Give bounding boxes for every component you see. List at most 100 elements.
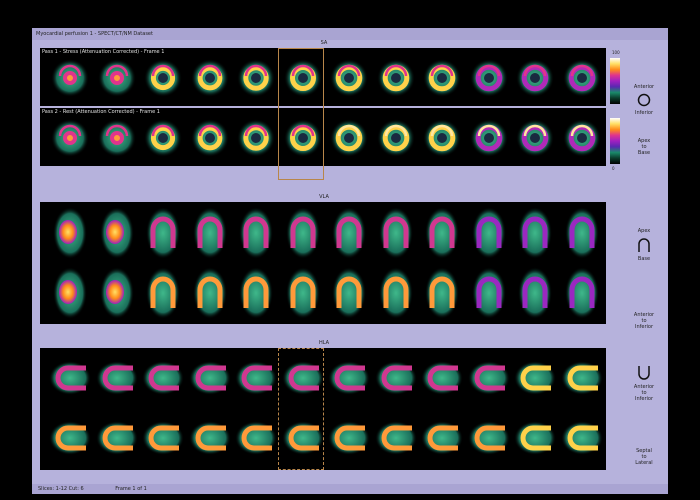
slice-image[interactable] — [188, 264, 232, 324]
hla-section-label: HLA — [318, 340, 330, 346]
slice-image[interactable] — [327, 264, 371, 324]
sa-colorbar-1 — [610, 58, 620, 104]
slice-image[interactable] — [467, 204, 511, 266]
sa-rest-label: Pass 2 - Rest (Attenuation Corrected) - … — [42, 109, 160, 115]
slice-image[interactable] — [234, 264, 278, 324]
slice-image[interactable] — [234, 418, 278, 462]
slice-image[interactable] — [281, 56, 325, 104]
hla-orient-lateral: Lateral — [635, 460, 653, 466]
slice-image[interactable] — [327, 358, 371, 402]
slice-image[interactable] — [374, 264, 418, 324]
slice-image[interactable] — [374, 56, 418, 104]
vla-orient-inferior: Inferior — [634, 324, 654, 330]
slice-image[interactable] — [513, 116, 557, 164]
slice-image[interactable] — [467, 56, 511, 104]
slice-image[interactable] — [560, 116, 604, 164]
slice-image[interactable] — [374, 358, 418, 402]
slice-image[interactable] — [327, 418, 371, 462]
vla-orientation-2: Anterior to Inferior — [624, 312, 664, 330]
slice-image[interactable] — [420, 56, 464, 104]
slice-image[interactable] — [48, 56, 92, 104]
slice-image[interactable] — [281, 204, 325, 266]
slice-image[interactable] — [234, 358, 278, 402]
slice-image[interactable] — [467, 358, 511, 402]
slice-image[interactable] — [420, 116, 464, 164]
slice-image[interactable] — [513, 56, 557, 104]
slice-image[interactable] — [188, 358, 232, 402]
slice-image[interactable] — [327, 204, 371, 266]
slice-image[interactable] — [420, 358, 464, 402]
slice-image[interactable] — [374, 204, 418, 266]
slice-image[interactable] — [48, 358, 92, 402]
slice-image[interactable] — [467, 418, 511, 462]
vla-orientation: Apex Base — [624, 228, 664, 262]
slice-image[interactable] — [188, 116, 232, 164]
sa-orientation-2: Apex to Base — [624, 138, 664, 156]
slice-image[interactable] — [513, 264, 557, 324]
sa-orientation: Anterior Inferior — [624, 84, 664, 116]
vertical-long-axis-icon — [638, 238, 650, 252]
slice-image[interactable] — [560, 204, 604, 266]
slice-image[interactable] — [374, 418, 418, 462]
slice-image[interactable] — [281, 264, 325, 324]
slice-image[interactable] — [234, 116, 278, 164]
status-bar: Slices: 1-12 Cut: 6 Frame 1 of 1 — [32, 484, 668, 494]
slice-image[interactable] — [141, 358, 185, 402]
slice-image[interactable] — [281, 358, 325, 402]
slice-image[interactable] — [95, 56, 139, 104]
slice-image[interactable] — [560, 418, 604, 462]
colorbar-max-label-1: 100 — [612, 50, 620, 55]
slice-image[interactable] — [95, 358, 139, 402]
slice-image[interactable] — [327, 56, 371, 104]
slice-image[interactable] — [234, 56, 278, 104]
window-title: Myocardial perfusion 1 - SPECT/CT/NM Dat… — [32, 28, 668, 40]
sa-orient-anterior: Anterior — [633, 84, 655, 90]
sa-stress-label: Pass 1 - Stress (Attenuation Corrected) … — [42, 49, 165, 55]
slice-image[interactable] — [560, 56, 604, 104]
slice-image[interactable] — [188, 418, 232, 462]
slice-image[interactable] — [95, 204, 139, 266]
slice-image[interactable] — [281, 116, 325, 164]
slice-image[interactable] — [48, 116, 92, 164]
slice-image[interactable] — [188, 56, 232, 104]
slice-image[interactable] — [48, 264, 92, 324]
vla-panel[interactable] — [40, 202, 606, 324]
sa-orient-base: Base — [637, 150, 651, 156]
status-right: Frame 1 of 1 — [115, 486, 147, 492]
hla-orient-inferior: Inferior — [634, 396, 654, 402]
slice-image[interactable] — [281, 418, 325, 462]
sa-rest-panel[interactable]: Pass 2 - Rest (Attenuation Corrected) - … — [40, 108, 606, 166]
slice-image[interactable] — [141, 418, 185, 462]
slice-image[interactable] — [141, 204, 185, 266]
slice-image[interactable] — [420, 204, 464, 266]
slice-image[interactable] — [95, 264, 139, 324]
slice-image[interactable] — [374, 116, 418, 164]
slice-image[interactable] — [327, 116, 371, 164]
slice-image[interactable] — [48, 418, 92, 462]
slice-image[interactable] — [141, 264, 185, 324]
slice-image[interactable] — [560, 264, 604, 324]
slice-image[interactable] — [188, 204, 232, 266]
short-axis-ring-icon — [637, 93, 651, 107]
slice-image[interactable] — [141, 56, 185, 104]
slice-image[interactable] — [513, 358, 557, 402]
status-left: Slices: 1-12 Cut: 6 — [38, 486, 84, 492]
sa-orient-inferior: Inferior — [634, 110, 654, 116]
slice-image[interactable] — [420, 264, 464, 324]
hla-panel[interactable] — [40, 348, 606, 470]
slice-image[interactable] — [420, 418, 464, 462]
slice-image[interactable] — [234, 204, 278, 266]
slice-image[interactable] — [95, 116, 139, 164]
slice-image[interactable] — [513, 204, 557, 266]
sa-stress-panel[interactable]: Pass 1 - Stress (Attenuation Corrected) … — [40, 48, 606, 106]
slice-image[interactable] — [141, 116, 185, 164]
slice-image[interactable] — [513, 418, 557, 462]
slice-image[interactable] — [467, 116, 511, 164]
slice-image[interactable] — [95, 418, 139, 462]
slice-image[interactable] — [467, 264, 511, 324]
slice-image[interactable] — [48, 204, 92, 266]
sa-colorbar-2 — [610, 118, 620, 164]
slice-image[interactable] — [560, 358, 604, 402]
vla-section-label: VLA — [319, 194, 329, 200]
vla-orient-base: Base — [637, 256, 651, 262]
